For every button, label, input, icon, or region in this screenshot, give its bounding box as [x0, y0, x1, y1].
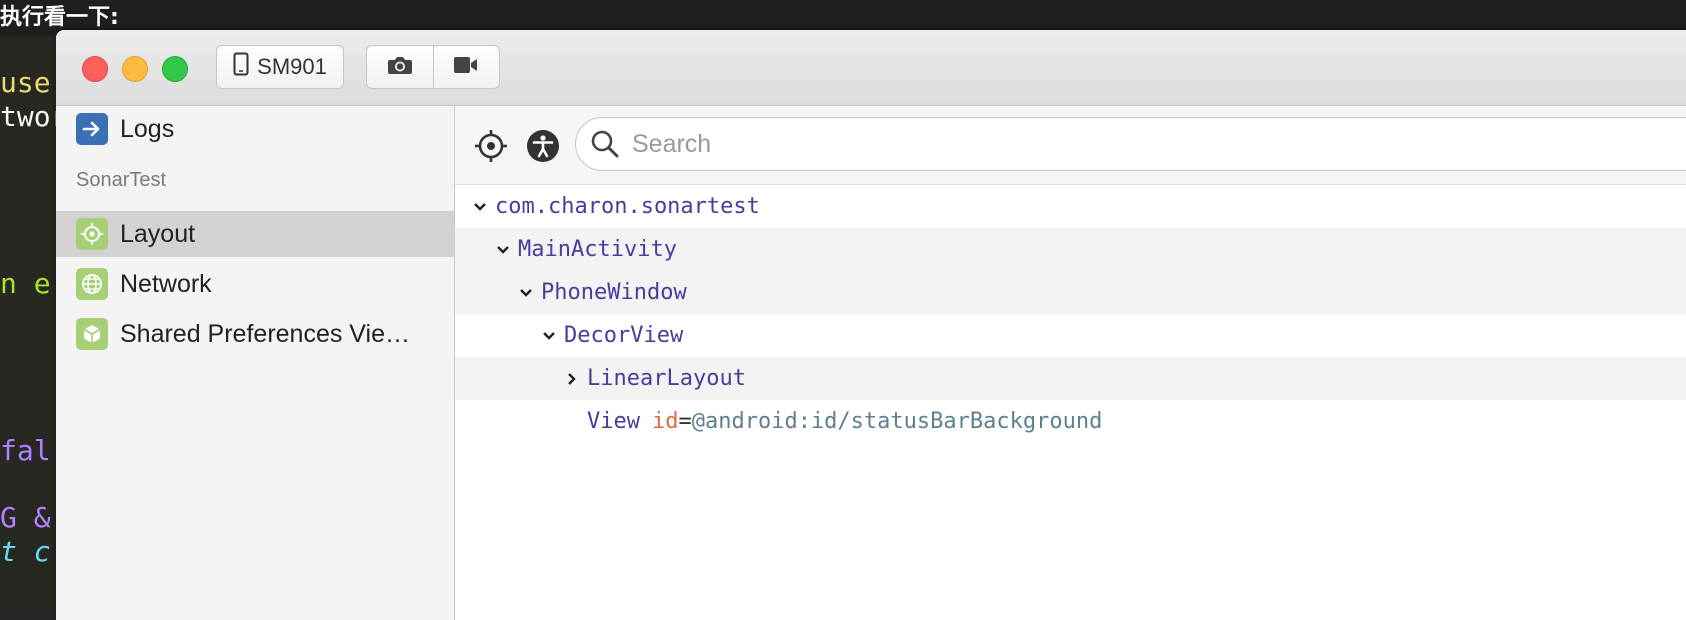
minimize-window-button[interactable] [122, 56, 148, 82]
tree-node-attr-value: @android:id/statusBarBackground [691, 409, 1103, 434]
arrow-right-icon [76, 113, 108, 145]
search-field[interactable] [575, 117, 1686, 171]
tree-row-com-charon-sonartest[interactable]: com.charon.sonartest [455, 185, 1686, 228]
code-fragment: use [0, 66, 51, 99]
sidebar-item-label: Shared Preferences Vie… [120, 319, 410, 348]
phone-icon [233, 52, 249, 82]
sidebar-section-title: SonarTest [76, 169, 167, 191]
tree-node-label: DecorView [564, 323, 684, 348]
tree-node-label: View [587, 409, 640, 434]
tree-node-label: com.charon.sonartest [495, 194, 760, 219]
media-button-group [366, 45, 500, 89]
cube-icon [76, 318, 108, 350]
inspector-toolbar [455, 106, 1686, 185]
sidebar-item-shared-preferences[interactable]: Shared Preferences Vie… [56, 311, 454, 357]
tree-node-attr-name: id [651, 409, 679, 434]
tree-row-decorview[interactable]: DecorView [455, 314, 1686, 357]
sidebar-item-label: Layout [120, 219, 196, 248]
chevron-down-icon[interactable] [515, 282, 537, 304]
title-bar: SM901 [56, 30, 1686, 106]
close-window-button[interactable] [82, 56, 108, 82]
layout-target-icon [76, 218, 108, 250]
flipper-window: SM901 Logs SonarTest Layout Network Shar… [56, 30, 1686, 620]
camera-icon [387, 54, 413, 80]
chevron-right-icon[interactable] [561, 368, 583, 390]
device-name: SM901 [257, 54, 327, 79]
code-fragment: G & [0, 501, 51, 534]
sidebar-item-logs[interactable]: Logs [56, 106, 454, 152]
search-input[interactable] [630, 128, 1634, 160]
maximize-window-button[interactable] [162, 56, 188, 82]
sidebar-item-network[interactable]: Network [56, 261, 454, 307]
record-button[interactable] [432, 46, 500, 88]
device-selector-button[interactable]: SM901 [216, 45, 344, 89]
tree-node-label: PhoneWindow [541, 280, 687, 305]
tree-node-label: LinearLayout [587, 366, 746, 391]
target-select-icon[interactable] [473, 128, 509, 164]
tree-node-label: MainActivity [518, 237, 677, 262]
code-fragment: fal [0, 434, 51, 467]
chevron-down-icon[interactable] [538, 325, 560, 347]
search-icon [590, 129, 620, 159]
sidebar-item-layout[interactable]: Layout [56, 211, 454, 257]
tree-row-mainactivity[interactable]: MainActivity [455, 228, 1686, 271]
tree-row-linearlayout[interactable]: LinearLayout [455, 357, 1686, 400]
globe-icon [76, 268, 108, 300]
chevron-down-icon[interactable] [469, 196, 491, 218]
tree-node-attr-eq: = [678, 409, 692, 434]
tree-row-view[interactable]: View id = @android:id/statusBarBackgroun… [455, 400, 1686, 443]
code-fragment: t c [0, 535, 51, 568]
layout-inspector-pane: com.charon.sonartest MainActivity PhoneW… [455, 106, 1686, 620]
code-fragment: n e [0, 267, 51, 300]
chevron-down-icon[interactable] [492, 239, 514, 261]
video-icon [453, 55, 479, 79]
tree-row-phonewindow[interactable]: PhoneWindow [455, 271, 1686, 314]
sidebar-item-label: Network [120, 269, 212, 298]
sidebar-item-label: Logs [120, 114, 175, 143]
screenshot-button[interactable] [367, 46, 433, 88]
accessibility-icon[interactable] [525, 128, 561, 164]
sidebar: Logs SonarTest Layout Network Shared Pre… [56, 106, 455, 620]
